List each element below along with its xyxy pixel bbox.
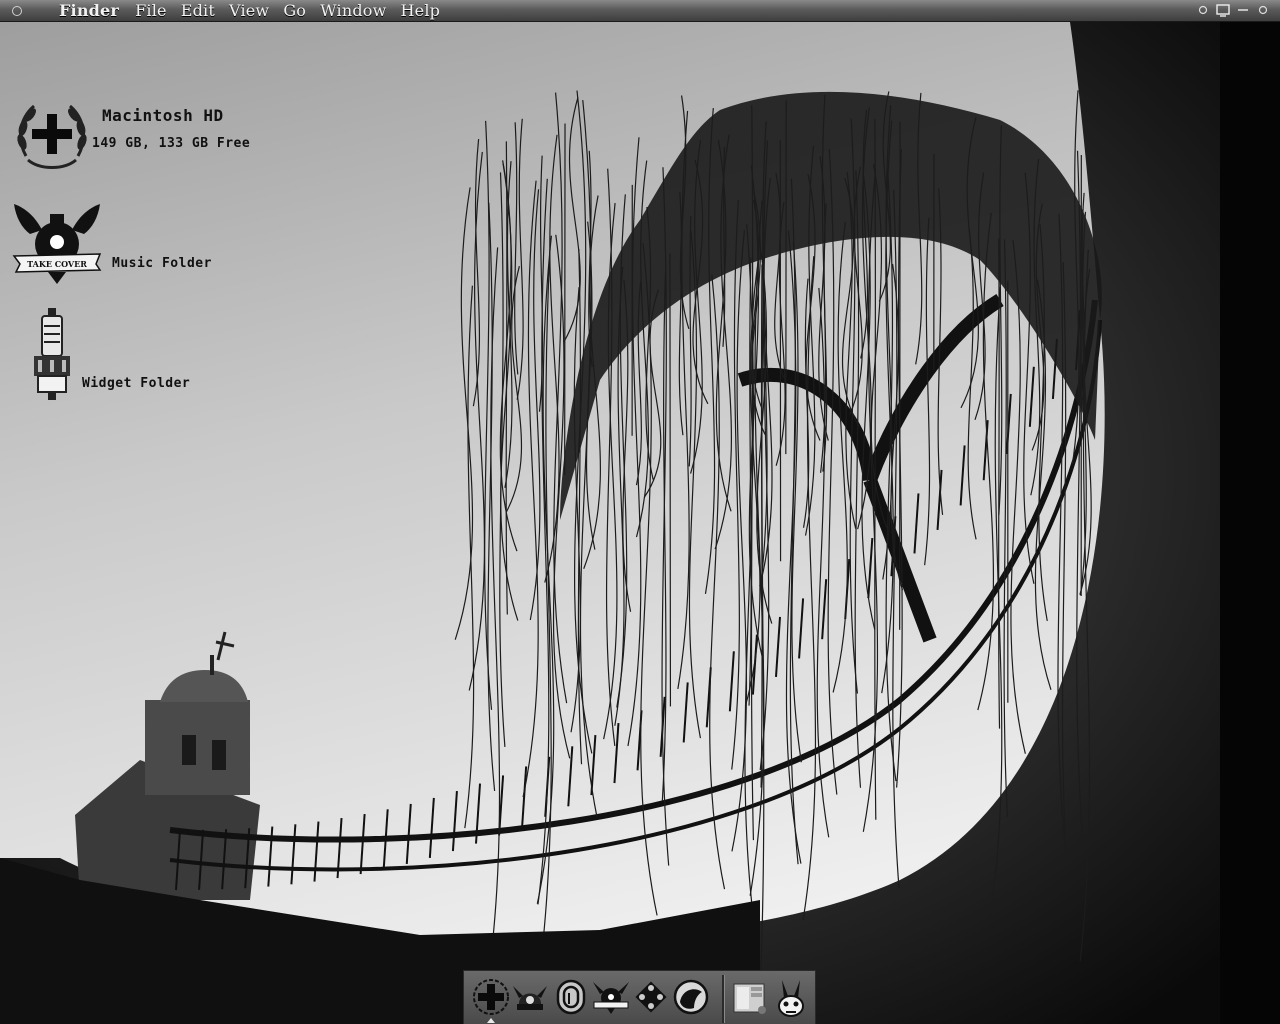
menu-items: Finder File Edit View Go Window Help bbox=[59, 1, 454, 21]
rabbit-icon bbox=[778, 980, 804, 1017]
menu-finder[interactable]: Finder bbox=[59, 1, 119, 21]
dock-trash[interactable] bbox=[772, 978, 810, 1017]
paperclip-icon bbox=[556, 979, 586, 1015]
macintosh-hd-label: Macintosh HD bbox=[102, 106, 224, 125]
desktop-wallpaper bbox=[0, 0, 1280, 1024]
menu-go[interactable]: Go bbox=[283, 1, 306, 21]
helmet-icon bbox=[513, 986, 547, 1010]
document-stack-icon bbox=[733, 983, 766, 1014]
willow-strand bbox=[669, 253, 672, 707]
music-folder-label: Music Folder bbox=[112, 256, 212, 271]
winged-bomb-icon bbox=[593, 982, 629, 1014]
dock-take-cover[interactable] bbox=[592, 978, 630, 1016]
menu-window[interactable]: Window bbox=[320, 1, 386, 21]
circle-menu-icon[interactable] bbox=[12, 6, 22, 16]
macintosh-hd-info: 149 GB, 133 GB Free bbox=[92, 136, 251, 151]
menu-edit[interactable]: Edit bbox=[181, 1, 215, 21]
menu-help[interactable]: Help bbox=[401, 1, 441, 21]
take-cover-folder-icon: TAKE COVER bbox=[12, 204, 102, 284]
menu-bar: Finder File Edit View Go Window Help bbox=[0, 0, 1280, 22]
menu-file[interactable]: File bbox=[135, 1, 167, 21]
dock-finder[interactable] bbox=[472, 978, 510, 1016]
dock-itunes[interactable] bbox=[552, 978, 590, 1016]
head-icon bbox=[673, 979, 709, 1015]
cross-laurel-icon bbox=[473, 979, 509, 1015]
running-indicator bbox=[487, 1018, 495, 1023]
diamond-icon bbox=[635, 981, 667, 1013]
dock-astronaut[interactable] bbox=[672, 978, 710, 1016]
music-folder-icon[interactable]: TAKE COVER bbox=[12, 200, 102, 286]
minimize-icon[interactable] bbox=[1236, 3, 1250, 17]
laurel-cross-icon bbox=[17, 104, 87, 169]
menu-extras bbox=[1196, 3, 1270, 17]
dock-divider bbox=[722, 975, 725, 1023]
widget-folder-icon[interactable] bbox=[30, 308, 74, 400]
circle-icon[interactable] bbox=[1256, 3, 1270, 17]
dock bbox=[463, 970, 816, 1024]
display-icon[interactable] bbox=[1216, 3, 1230, 17]
menu-view[interactable]: View bbox=[229, 1, 269, 21]
dock-document[interactable] bbox=[732, 978, 770, 1016]
spark-plug-folder-icon bbox=[34, 308, 70, 400]
dock-network[interactable] bbox=[632, 978, 670, 1016]
take-cover-badge-text: TAKE COVER bbox=[27, 259, 87, 269]
widget-folder-label: Widget Folder bbox=[82, 376, 191, 391]
dock-mail[interactable] bbox=[511, 978, 549, 1016]
record-icon[interactable] bbox=[1196, 3, 1210, 17]
macintosh-hd-icon[interactable] bbox=[12, 98, 92, 178]
